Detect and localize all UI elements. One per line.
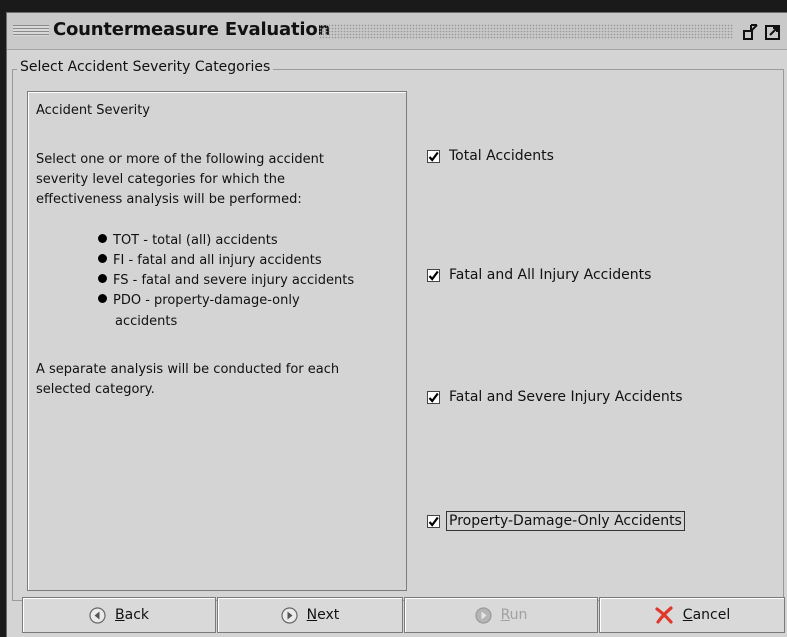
back-button[interactable]: Back: [22, 597, 216, 633]
window-menu-icon[interactable]: [13, 25, 49, 36]
bullet-item: PDO - property-damage-only: [98, 291, 300, 311]
back-label-rest: ack: [124, 607, 149, 623]
info-intro-line: severity level categories for which the: [36, 172, 286, 187]
checkbox-checked-icon[interactable]: [427, 514, 440, 528]
bullet-icon: [98, 254, 107, 263]
next-label: Next: [307, 607, 340, 623]
bullet-item: TOT - total (all) accidents: [98, 231, 278, 251]
info-outro: A separate analysis will be conducted fo…: [36, 360, 398, 400]
checkbox-property-damage-only[interactable]: Property-Damage-Only Accidents: [427, 511, 685, 531]
title-bar-texture: [319, 24, 733, 39]
cancel-label-rest: ancel: [692, 607, 731, 623]
next-label-rest: ext: [317, 607, 340, 623]
checkbox-total-accidents[interactable]: Total Accidents: [427, 148, 554, 164]
bullet-text: FS - fatal and severe injury accidents: [113, 273, 355, 288]
back-mnemonic: B: [115, 607, 125, 623]
checkbox-label[interactable]: Fatal and All Injury Accidents: [449, 267, 651, 283]
checkbox-label[interactable]: Fatal and Severe Injury Accidents: [449, 389, 682, 405]
info-outro-line: A separate analysis will be conducted fo…: [36, 362, 340, 377]
button-bar: Back Next Run Cancel: [6, 597, 787, 637]
checkbox-checked-icon[interactable]: [427, 390, 440, 404]
run-label: Run: [501, 607, 528, 623]
bullet-text: PDO - property-damage-only: [113, 293, 300, 308]
info-panel: Accident Severity Select one or more of …: [27, 91, 407, 591]
bullet-icon: [98, 274, 107, 283]
bullet-item: FS - fatal and severe injury accidents: [98, 271, 354, 291]
checkbox-label[interactable]: Total Accidents: [449, 148, 554, 164]
bullet-item: FI - fatal and all injury accidents: [98, 251, 322, 271]
group-box-title: Select Accident Severity Categories: [17, 59, 274, 75]
checkbox-checked-icon[interactable]: [427, 268, 440, 282]
checkbox-checked-icon[interactable]: [427, 149, 440, 163]
info-intro: Select one or more of the following acci…: [36, 150, 398, 210]
window-title: Countermeasure Evaluation: [53, 19, 331, 40]
run-mnemonic: R: [500, 607, 510, 623]
bullet-continuation: accidents: [115, 314, 178, 329]
info-heading: Accident Severity: [36, 103, 150, 118]
bullet-icon: [98, 294, 107, 303]
info-outro-line: selected category.: [36, 382, 155, 397]
minimize-icon[interactable]: [742, 23, 760, 41]
run-button[interactable]: Run: [404, 597, 598, 633]
next-button[interactable]: Next: [217, 597, 403, 633]
run-label-rest: un: [509, 607, 528, 623]
maximize-icon[interactable]: [764, 23, 782, 41]
cancel-mnemonic: C: [682, 607, 693, 623]
countermeasure-evaluation-window: Countermeasure Evaluation Select Acciden…: [6, 12, 787, 637]
back-label: Back: [115, 607, 149, 623]
title-bar[interactable]: Countermeasure Evaluation: [7, 13, 787, 50]
checkbox-label[interactable]: Property-Damage-Only Accidents: [446, 511, 685, 531]
bullet-icon: [98, 234, 107, 243]
checkbox-fatal-severe-injury[interactable]: Fatal and Severe Injury Accidents: [427, 389, 682, 405]
next-arrow-icon: [281, 606, 298, 624]
info-intro-line: effectiveness analysis will be performed…: [36, 192, 302, 207]
run-icon: [474, 606, 492, 624]
info-intro-line: Select one or more of the following acci…: [36, 152, 324, 167]
bullet-text: FI - fatal and all injury accidents: [113, 253, 322, 268]
next-mnemonic: N: [306, 607, 318, 623]
cancel-label: Cancel: [683, 607, 730, 623]
cancel-x-icon: [654, 605, 674, 625]
bullet-text: TOT - total (all) accidents: [113, 233, 278, 248]
back-arrow-icon: [89, 606, 106, 624]
cancel-button[interactable]: Cancel: [599, 597, 785, 633]
checkbox-fatal-all-injury[interactable]: Fatal and All Injury Accidents: [427, 267, 651, 283]
